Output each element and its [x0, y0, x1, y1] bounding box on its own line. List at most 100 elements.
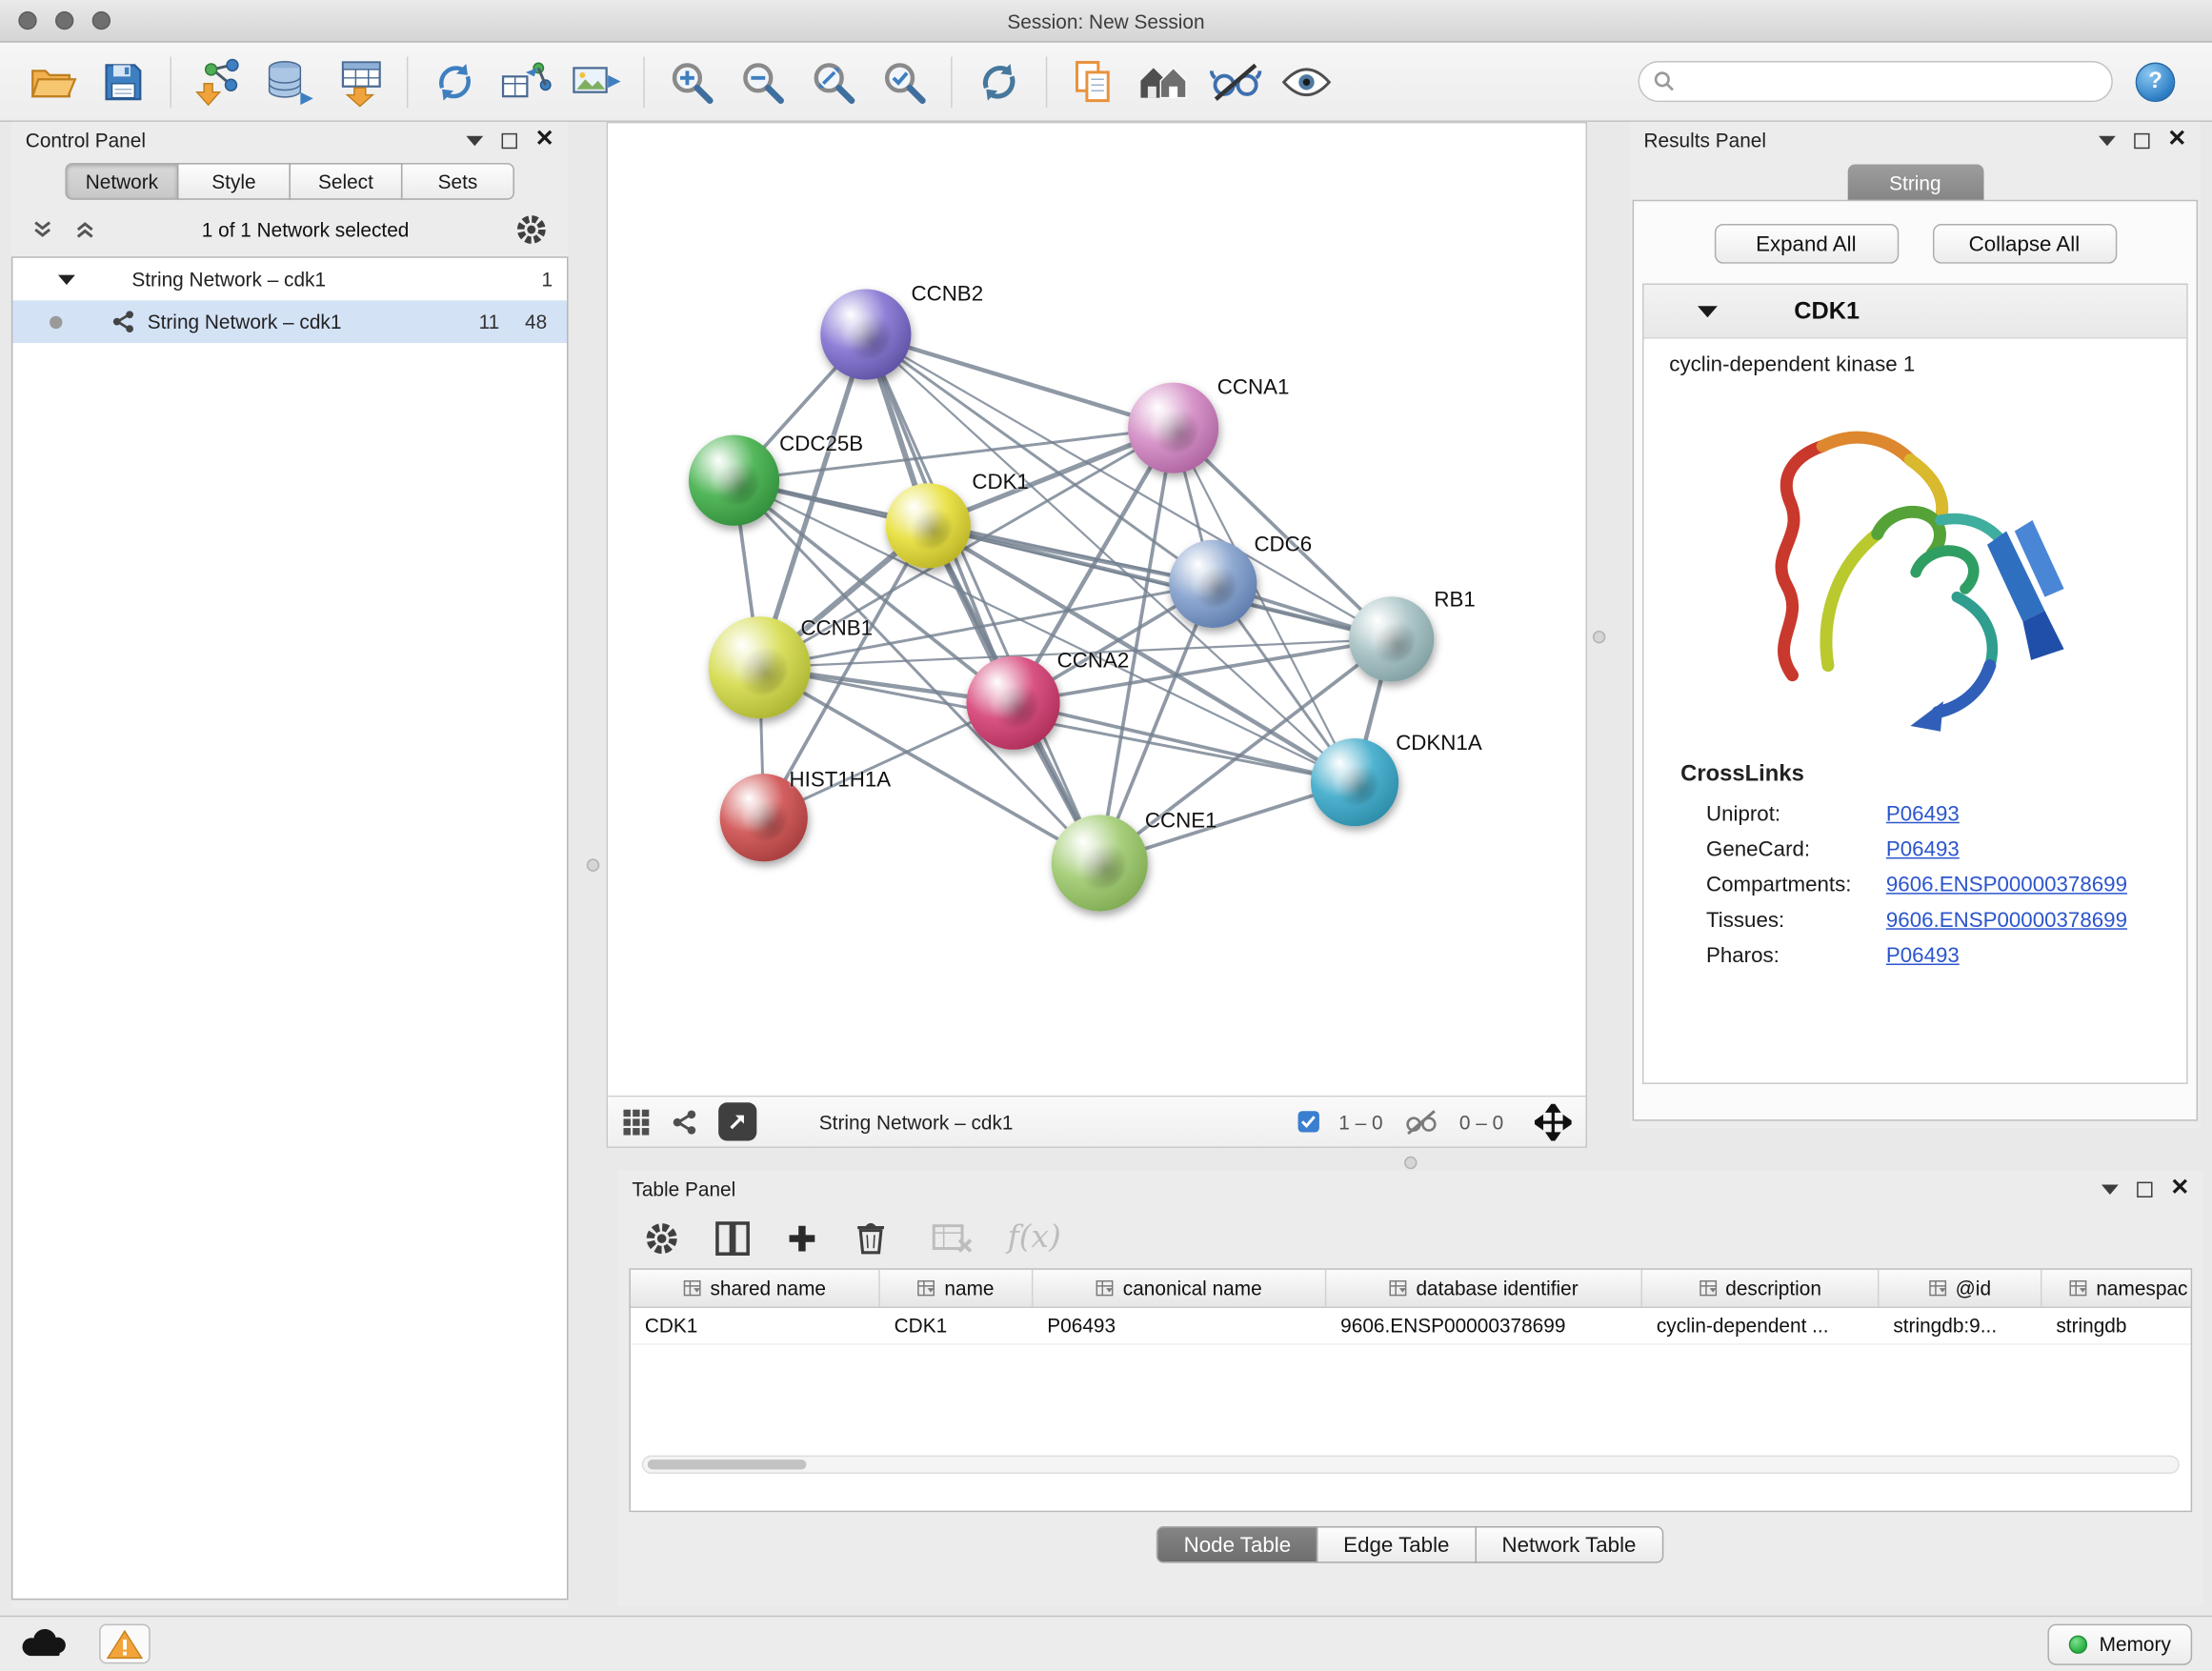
- show-all-button[interactable]: [1271, 50, 1341, 112]
- table-cell[interactable]: 9606.ENSP00000378699: [1326, 1308, 1642, 1343]
- collapse-all-networks-icon[interactable]: [73, 218, 96, 241]
- network-node-RB1[interactable]: [1349, 596, 1434, 681]
- network-node-CCNB2[interactable]: [820, 289, 911, 379]
- scrollbar-thumb[interactable]: [648, 1460, 807, 1469]
- panel-close-icon[interactable]: ✕: [535, 129, 554, 151]
- panel-menu-icon[interactable]: [466, 135, 483, 145]
- crosslink-value-link[interactable]: P06493: [1886, 837, 1960, 861]
- zoom-out-button[interactable]: [727, 50, 797, 112]
- panel-close-icon[interactable]: ✕: [2170, 1178, 2189, 1200]
- table-cell[interactable]: stringdb: [2042, 1308, 2193, 1343]
- gene-section-header[interactable]: CDK1: [1644, 285, 2187, 339]
- home-button[interactable]: [1130, 50, 1200, 112]
- column-header-description[interactable]: description: [1642, 1270, 1879, 1307]
- network-node-CCNB1[interactable]: [709, 616, 811, 718]
- network-options-gear-icon[interactable]: [514, 212, 549, 247]
- network-node-CDK1[interactable]: [886, 483, 971, 568]
- new-network-from-selection-button[interactable]: [491, 50, 561, 112]
- column-header-name[interactable]: name: [880, 1270, 1034, 1307]
- refresh-button[interactable]: [964, 50, 1035, 112]
- table-cell[interactable]: cyclin-dependent ...: [1642, 1308, 1879, 1343]
- help-button[interactable]: ?: [2136, 62, 2176, 102]
- minimize-window-button[interactable]: [55, 11, 73, 30]
- network-node-CCNA1[interactable]: [1128, 383, 1218, 473]
- panel-float-icon[interactable]: [2137, 1181, 2152, 1197]
- column-header-namespac[interactable]: namespac: [2042, 1270, 2193, 1307]
- new-network-button[interactable]: [419, 50, 490, 112]
- column-header-database-identifier[interactable]: database identifier: [1326, 1270, 1642, 1307]
- crosslink-value-link[interactable]: 9606.ENSP00000378699: [1886, 908, 2127, 932]
- panel-float-icon[interactable]: [501, 132, 516, 148]
- expand-all-networks-icon[interactable]: [31, 218, 54, 241]
- tab-edge-table[interactable]: Edge Table: [1317, 1526, 1477, 1563]
- tab-network[interactable]: Network: [65, 163, 178, 200]
- add-column-button[interactable]: [785, 1220, 819, 1255]
- tab-string[interactable]: String: [1847, 165, 1983, 200]
- search-box[interactable]: [1639, 61, 2113, 102]
- crosslink-value-link[interactable]: 9606.ENSP00000378699: [1886, 873, 2127, 896]
- tab-style[interactable]: Style: [177, 163, 291, 200]
- panel-menu-icon[interactable]: [2101, 1184, 2118, 1194]
- network-row[interactable]: String Network – cdk1 11 48: [12, 300, 567, 343]
- network-node-CDC25B[interactable]: [689, 435, 779, 526]
- pan-tool-icon[interactable]: [1535, 1103, 1572, 1140]
- maximize-window-button[interactable]: [92, 11, 111, 30]
- column-header--id[interactable]: @id: [1879, 1270, 2041, 1307]
- tab-select[interactable]: Select: [289, 163, 402, 200]
- network-collection-row[interactable]: String Network – cdk1 1: [12, 258, 567, 301]
- export-image-button[interactable]: [561, 50, 632, 112]
- table-cell[interactable]: stringdb:9...: [1879, 1308, 2041, 1343]
- save-session-button[interactable]: [88, 50, 158, 112]
- tab-network-table[interactable]: Network Table: [1475, 1526, 1663, 1563]
- zoom-in-button[interactable]: [656, 50, 727, 112]
- network-share-icon[interactable]: [671, 1107, 699, 1136]
- table-settings-button[interactable]: [643, 1219, 680, 1257]
- collapse-all-button[interactable]: Collapse All: [1932, 224, 2116, 264]
- zoom-fit-button[interactable]: [797, 50, 868, 112]
- left-splitter-handle[interactable]: [587, 858, 599, 871]
- cloud-status-icon[interactable]: [20, 1626, 71, 1663]
- network-edge-CCNB2-CCNE1[interactable]: [866, 334, 1099, 863]
- open-session-button[interactable]: [17, 50, 88, 112]
- panel-menu-icon[interactable]: [2098, 135, 2115, 145]
- tab-node-table[interactable]: Node Table: [1156, 1526, 1317, 1563]
- network-edge-CCNB2-CCNA1[interactable]: [866, 334, 1174, 428]
- warnings-button[interactable]: [99, 1624, 151, 1664]
- expand-all-button[interactable]: Expand All: [1714, 224, 1898, 264]
- open-birdseye-button[interactable]: [718, 1102, 756, 1140]
- tab-sets[interactable]: Sets: [401, 163, 514, 200]
- crosslink-value-link[interactable]: P06493: [1886, 802, 1960, 826]
- import-table-from-file-button[interactable]: [325, 50, 395, 112]
- table-cell[interactable]: CDK1: [631, 1308, 880, 1343]
- birdseye-grid-icon[interactable]: [622, 1107, 651, 1136]
- import-network-from-database-button[interactable]: [253, 50, 324, 112]
- collapse-section-icon[interactable]: [1698, 306, 1718, 317]
- panel-close-icon[interactable]: ✕: [2167, 129, 2186, 151]
- selected-nodes-checkbox[interactable]: [1297, 1111, 1318, 1132]
- copy-document-button[interactable]: [1058, 50, 1129, 112]
- zoom-selected-button[interactable]: [869, 50, 939, 112]
- delete-column-button[interactable]: [853, 1218, 888, 1257]
- right-splitter-handle[interactable]: [1593, 631, 1605, 643]
- column-header-canonical-name[interactable]: canonical name: [1033, 1270, 1326, 1307]
- network-canvas[interactable]: CCNB2CCNA1CDC25BCDK1CDC6RB1CCNB1CCNA2CDK…: [608, 123, 1585, 1095]
- table-cell[interactable]: CDK1: [880, 1308, 1034, 1343]
- panel-float-icon[interactable]: [2134, 132, 2149, 148]
- search-input[interactable]: [1685, 70, 2098, 93]
- import-network-from-file-button[interactable]: [183, 50, 253, 112]
- crosslink-value-link[interactable]: P06493: [1886, 944, 1960, 968]
- hide-selected-button[interactable]: [1200, 50, 1271, 112]
- column-header-shared-name[interactable]: shared name: [631, 1270, 880, 1307]
- network-edge-CCNA2-CDKN1A[interactable]: [1014, 703, 1355, 782]
- memory-button[interactable]: Memory: [2048, 1623, 2192, 1664]
- network-node-CCNA2[interactable]: [966, 656, 1059, 750]
- network-node-CDKN1A[interactable]: [1311, 738, 1398, 826]
- table-row[interactable]: CDK1CDK1P064939606.ENSP00000378699cyclin…: [631, 1308, 2191, 1345]
- network-node-CCNE1[interactable]: [1052, 815, 1148, 911]
- table-horizontal-scrollbar[interactable]: [642, 1456, 2180, 1474]
- network-node-CDC6[interactable]: [1169, 540, 1257, 628]
- horizontal-splitter-handle[interactable]: [1404, 1157, 1417, 1169]
- show-columns-button[interactable]: [714, 1219, 752, 1257]
- collapse-collection-icon[interactable]: [58, 274, 75, 284]
- table-cell[interactable]: P06493: [1033, 1308, 1326, 1343]
